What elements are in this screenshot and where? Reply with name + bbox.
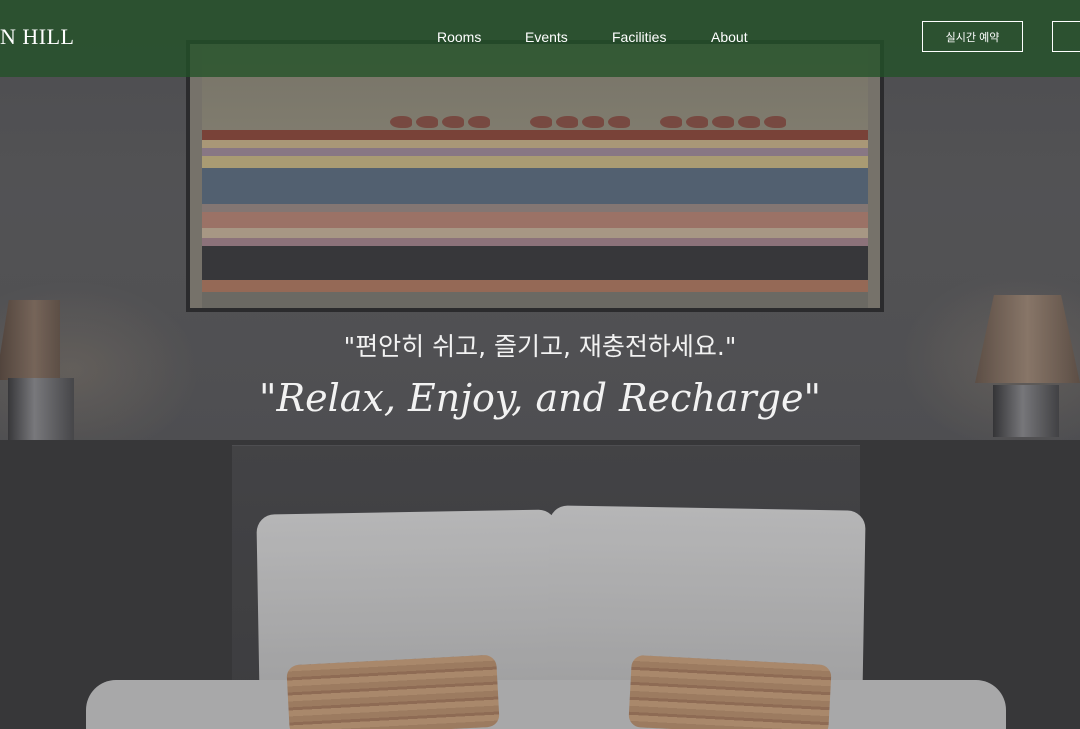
- nav-link-rooms[interactable]: Rooms: [437, 29, 481, 45]
- brand-logo[interactable]: N HILL: [0, 24, 74, 50]
- realtime-reservation-button[interactable]: 실시간 예약: [922, 21, 1023, 52]
- secondary-nav-button[interactable]: [1052, 21, 1080, 52]
- nav-link-facilities[interactable]: Facilities: [612, 29, 666, 45]
- hero-tagline-english: "Relax, Enjoy, and Recharge": [259, 376, 821, 420]
- hero-background-image: [0, 0, 1080, 729]
- top-navbar: N HILL Rooms Events Facilities About 실시간…: [0, 0, 1080, 77]
- nav-link-about[interactable]: About: [711, 29, 748, 45]
- nav-link-events[interactable]: Events: [525, 29, 568, 45]
- hero-tagline-korean: "편안히 쉬고, 즐기고, 재충전하세요.": [343, 332, 737, 361]
